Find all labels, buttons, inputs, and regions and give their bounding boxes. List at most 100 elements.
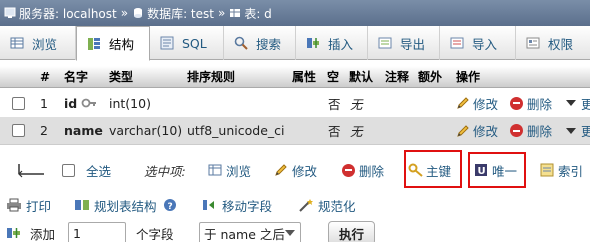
normalize-label: 规范化 [318, 198, 356, 214]
field-null: 否 [328, 96, 341, 112]
edit-label: 修改 [473, 124, 499, 139]
browse-icon [208, 163, 222, 177]
tab-label: SQL [182, 35, 207, 51]
row-checkbox[interactable] [12, 124, 25, 137]
tab-privileges[interactable]: 权限 [516, 26, 590, 60]
tab-label: 导出 [400, 36, 426, 52]
edit-field-link[interactable]: 修改 [456, 89, 498, 117]
insert-icon [306, 36, 320, 50]
field-type: varchar(10) [109, 123, 183, 138]
delete-field-link[interactable]: 删除 [510, 117, 552, 144]
highlight-box-unique [468, 152, 526, 188]
row-checkbox[interactable] [12, 96, 25, 110]
pencil-icon [456, 124, 470, 138]
primary-key-icon [81, 89, 97, 117]
import-icon [450, 36, 464, 50]
column-position-select[interactable]: 于 name 之后 [199, 220, 301, 242]
delete-field-link[interactable]: 删除 [510, 89, 552, 117]
server-icon [4, 7, 16, 19]
breadcrumb-server[interactable]: 服务器: localhost [19, 5, 117, 22]
select-arrow-icon [16, 150, 46, 190]
column-header-name[interactable]: 名字 [64, 66, 88, 87]
column-header-type[interactable]: 类型 [109, 66, 133, 87]
more-dropdown[interactable]: 更 [566, 117, 590, 144]
delete-label: 删除 [527, 124, 553, 139]
tab-label: 导入 [472, 36, 498, 52]
more-dropdown[interactable]: 更 [566, 89, 590, 117]
tab-export[interactable]: 导出 [368, 26, 440, 60]
search-icon [234, 36, 248, 50]
bulk-edit-button[interactable]: 修改 [274, 150, 317, 190]
column-header-default[interactable]: 默认 [349, 66, 373, 87]
index-icon [540, 163, 554, 177]
breadcrumb-separator: » [217, 6, 226, 20]
field-name: name [64, 123, 103, 138]
field-default: 无 [350, 96, 363, 112]
bulk-browse-button[interactable]: 浏览 [208, 150, 251, 190]
export-icon [378, 36, 392, 50]
tab-insert[interactable]: 插入 [296, 26, 368, 60]
table-row: 1 id int(10) 否 无 修改 删除 更 [0, 89, 590, 117]
column-position-value: 于 name 之后 [204, 226, 285, 242]
print-link[interactable]: 打印 [6, 194, 51, 216]
normalize-link[interactable]: 规范化 [298, 194, 356, 216]
column-header-comment[interactable]: 注释 [385, 66, 409, 87]
column-header-attributes[interactable]: 属性 [292, 66, 316, 87]
bulk-delete-button[interactable]: 删除 [342, 150, 384, 190]
bulk-index-button[interactable]: 索引 [540, 150, 583, 190]
column-header-null[interactable]: 空 [327, 66, 339, 87]
go-button[interactable]: 执行 [328, 220, 376, 242]
edit-label: 修改 [473, 96, 499, 112]
move-columns-link[interactable]: 移动字段 [202, 194, 272, 216]
add-column-icon [6, 220, 22, 242]
tab-import[interactable]: 导入 [440, 26, 516, 60]
print-icon [6, 198, 22, 212]
select-all-label[interactable]: 全选 [86, 150, 111, 190]
dropdown-arrow-icon [566, 127, 576, 134]
tab-browse[interactable]: 浏览 [0, 26, 76, 60]
column-header-collation[interactable]: 排序规则 [187, 66, 235, 87]
delete-label: 删除 [527, 96, 553, 112]
tab-bar: 浏览 结构 SQL 搜索 插入 导出 导入 权限 [0, 26, 590, 61]
table-icon [229, 7, 241, 19]
structure-actions-bar: 打印 规划表结构 ? 移动字段 规范化 [0, 194, 590, 216]
move-columns-label: 移动字段 [222, 198, 273, 214]
tab-search[interactable]: 搜索 [224, 26, 296, 60]
privileges-icon [526, 36, 540, 50]
column-count-value: 1 [68, 222, 126, 242]
structure-icon [87, 37, 101, 51]
bulk-browse-label: 浏览 [226, 163, 252, 179]
relation-view-link[interactable]: 规划表结构 ? [74, 194, 177, 216]
field-collation: utf8_unicode_ci [187, 123, 285, 138]
add-label: 添加 [30, 226, 56, 242]
highlight-box-primary [404, 150, 462, 188]
browse-icon [10, 36, 24, 50]
tab-label: 插入 [328, 36, 354, 52]
column-header-extra[interactable]: 额外 [418, 66, 442, 87]
tab-label: 结构 [109, 37, 135, 52]
move-columns-icon [202, 198, 218, 212]
delete-icon [510, 96, 523, 110]
help-icon[interactable]: ? [163, 198, 177, 212]
chevron-down-icon [285, 230, 295, 236]
relation-icon [74, 198, 90, 212]
select-all-checkbox[interactable] [62, 150, 75, 190]
database-icon [132, 7, 144, 19]
row-number: 2 [40, 123, 48, 138]
column-header-action: 操作 [456, 70, 481, 84]
breadcrumb-database[interactable]: 数据库: test [147, 5, 214, 22]
table-header-row: # 名字 类型 排序规则 属性 空 默认 注释 额外 操作 [0, 66, 590, 88]
tab-label: 浏览 [32, 36, 58, 52]
tab-structure[interactable]: 结构 [76, 26, 150, 61]
add-column-bar: 添加 1 个字段 于 name 之后 执行 [0, 220, 590, 242]
column-count-input[interactable]: 1 [68, 220, 126, 242]
more-label: 更 [581, 96, 590, 112]
edit-field-link[interactable]: 修改 [456, 117, 498, 144]
bulk-index-label: 索引 [558, 163, 584, 179]
svg-text:?: ? [167, 202, 172, 212]
pencil-icon [456, 96, 470, 110]
with-selected-bar: 全选 选中项: 浏览 修改 删除 主键 U 唯一 索引 [0, 150, 590, 190]
breadcrumb-table[interactable]: 表: d [244, 5, 271, 22]
more-label: 更 [581, 124, 590, 139]
tab-sql[interactable]: SQL [150, 26, 224, 60]
